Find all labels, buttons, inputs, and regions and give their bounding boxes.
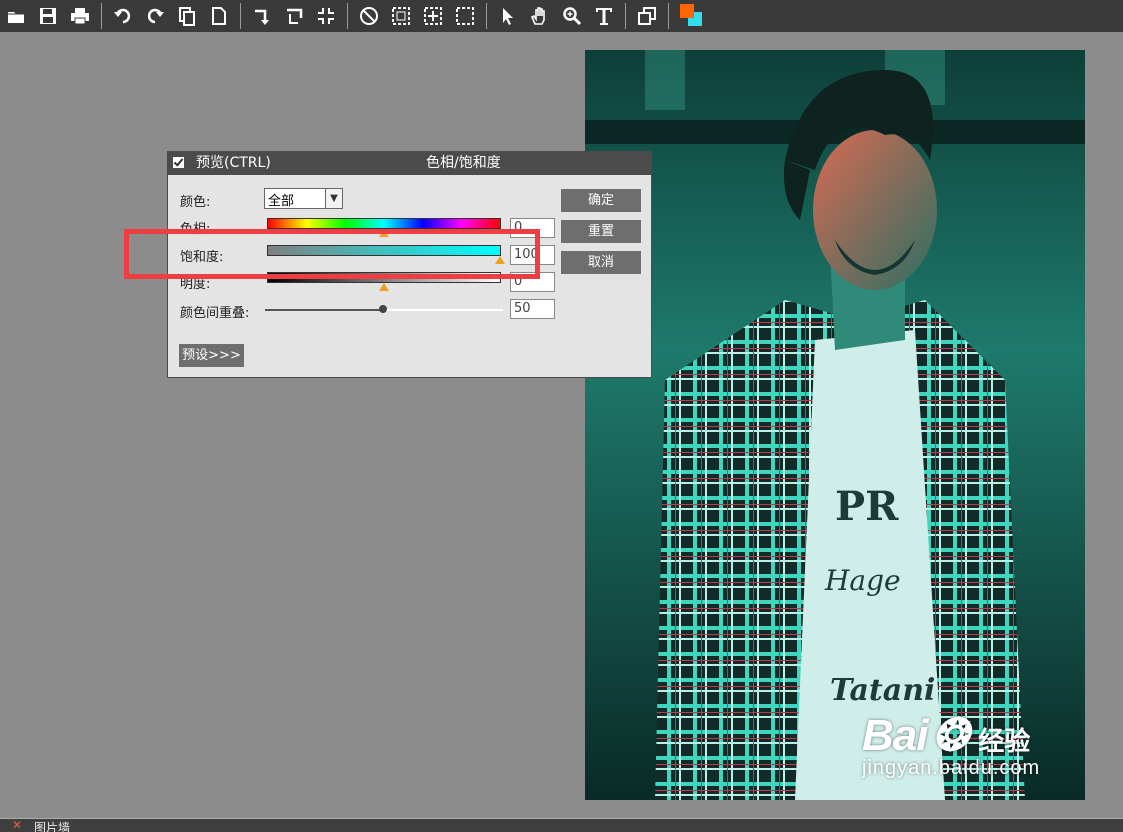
svg-text:Tatani: Tatani (830, 673, 935, 708)
toolbar-separator (347, 3, 348, 29)
svg-text:Hage: Hage (824, 564, 901, 597)
chevron-down-icon[interactable]: ▼ (325, 189, 342, 208)
toolbar-separator (625, 3, 626, 29)
watermark-logo: Bai (862, 711, 928, 760)
color-label: 颜色: (180, 195, 211, 210)
dialog-titlebar[interactable]: 预览(CTRL) 色相/饱和度 (168, 152, 651, 175)
watermark-suffix: 经验 (978, 726, 1031, 756)
zoom-icon[interactable] (559, 3, 585, 29)
canvas-image[interactable]: PR Hage Tatani (585, 50, 1085, 800)
layers-icon[interactable] (634, 3, 660, 29)
reset-button[interactable]: 重置 (561, 220, 641, 243)
resize-icon[interactable] (313, 3, 339, 29)
baidu-watermark: Bai ❂ 经验 jingyan.baidu.com (862, 710, 1062, 802)
color-swatch[interactable] (678, 2, 708, 30)
copy-icon[interactable] (174, 3, 200, 29)
hand-icon[interactable] (527, 3, 553, 29)
dialog-title: 色相/饱和度 (426, 155, 501, 171)
pointer-icon[interactable] (495, 3, 521, 29)
overlap-label: 颜色间重叠: (180, 306, 250, 321)
toolbar-separator (240, 3, 241, 29)
svg-text:PR: PR (835, 483, 899, 530)
paw-icon: ❂ (931, 711, 969, 760)
overlap-slider-knob[interactable] (379, 305, 387, 313)
overlap-slider-track (383, 309, 503, 311)
toolbar-separator (486, 3, 487, 29)
color-select-value: 全部 (268, 194, 295, 209)
toolbar (0, 0, 1123, 32)
bottom-panel-label: 图片墙 (34, 821, 71, 832)
color-select[interactable]: 全部 ▼ (264, 188, 343, 209)
select-center-icon[interactable] (420, 3, 446, 29)
highlight-annotation (124, 229, 540, 279)
clear-icon[interactable] (356, 3, 382, 29)
bottom-panel: ✕ 图片墙 (0, 818, 1123, 832)
save-icon[interactable] (35, 3, 61, 29)
open-icon[interactable] (3, 3, 29, 29)
ok-button[interactable]: 确定 (561, 189, 641, 212)
toolbar-separator (101, 3, 102, 29)
select-dashed-icon[interactable] (452, 3, 478, 29)
watermark-url: jingyan.baidu.com (862, 757, 1041, 779)
text-icon[interactable] (591, 3, 617, 29)
lightness-slider-thumb[interactable] (379, 283, 389, 291)
print-icon[interactable] (67, 3, 93, 29)
hue-slider[interactable] (267, 218, 501, 229)
rotate-icon[interactable] (249, 3, 275, 29)
undo-icon[interactable] (110, 3, 136, 29)
select-rect-icon[interactable] (388, 3, 414, 29)
foreground-color-swatch[interactable] (680, 4, 694, 18)
overlap-value-input[interactable]: 50 (510, 299, 555, 319)
redo-icon[interactable] (142, 3, 168, 29)
preset-button[interactable]: 预设>>> (179, 344, 244, 367)
close-icon[interactable]: ✕ (12, 819, 22, 832)
flip-icon[interactable] (281, 3, 307, 29)
preview-label[interactable]: 预览(CTRL) (196, 152, 271, 175)
cancel-button[interactable]: 取消 (561, 251, 641, 274)
new-page-icon[interactable] (206, 3, 232, 29)
toolbar-separator (668, 3, 669, 29)
preview-checkbox[interactable] (173, 157, 184, 168)
